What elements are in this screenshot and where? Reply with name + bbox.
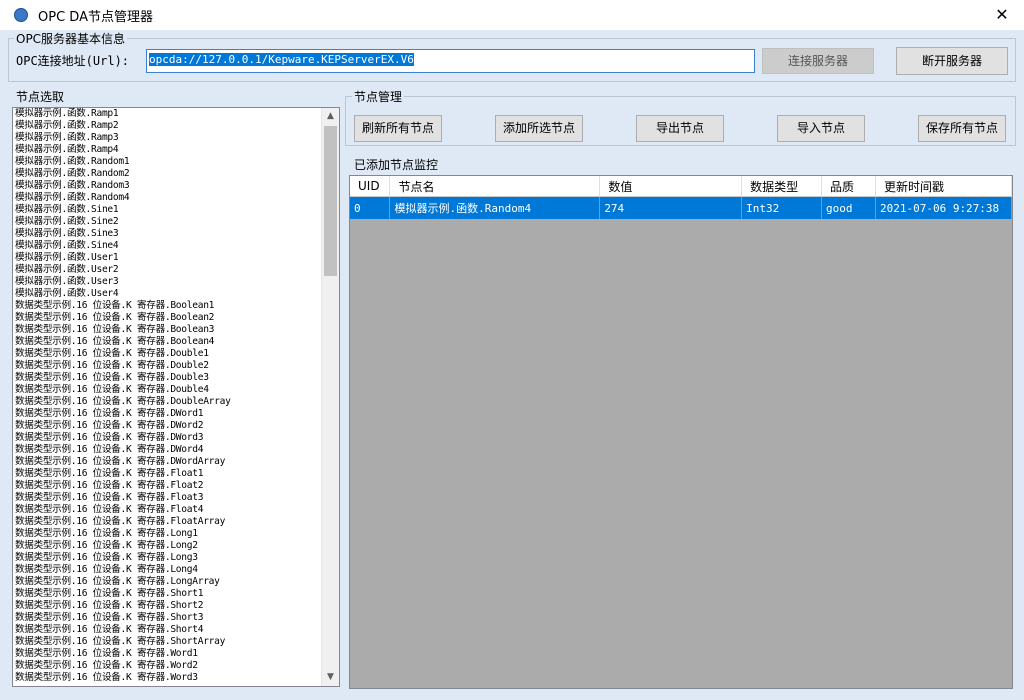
save-all-nodes-button[interactable]: 保存所有节点	[918, 115, 1006, 142]
server-info-group-label: OPC服务器基本信息	[14, 30, 128, 47]
list-item[interactable]: 数据类型示例.16 位设备.K 寄存器.Short1	[15, 588, 339, 600]
add-selected-nodes-button[interactable]: 添加所选节点	[495, 115, 583, 142]
window-title: OPC DA节点管理器	[38, 10, 153, 25]
list-item[interactable]: 数据类型示例.16 位设备.K 寄存器.Long4	[15, 564, 339, 576]
node-select-label: 节点选取	[14, 88, 67, 105]
list-item[interactable]: 模拟器示例.函数.Random4	[15, 192, 339, 204]
list-item[interactable]: 数据类型示例.16 位设备.K 寄存器.Boolean4	[15, 336, 339, 348]
col-header-value[interactable]: 数值	[599, 176, 743, 197]
list-item[interactable]: 模拟器示例.函数.Random2	[15, 168, 339, 180]
list-item[interactable]: 数据类型示例.16 位设备.K 寄存器.ShortArray	[15, 636, 339, 648]
list-item[interactable]: 数据类型示例.16 位设备.K 寄存器.Double1	[15, 348, 339, 360]
app-icon	[14, 8, 28, 22]
list-item[interactable]: 模拟器示例.函数.User4	[15, 288, 339, 300]
list-item[interactable]: 数据类型示例.16 位设备.K 寄存器.Double3	[15, 372, 339, 384]
list-item[interactable]: 数据类型示例.16 位设备.K 寄存器.Boolean3	[15, 324, 339, 336]
list-item[interactable]: 数据类型示例.16 位设备.K 寄存器.Float3	[15, 492, 339, 504]
cell-timestamp: 2021-07-06 9:27:38	[875, 196, 1012, 219]
cell-data-type: Int32	[741, 196, 823, 219]
import-nodes-button[interactable]: 导入节点	[777, 115, 865, 142]
list-item[interactable]: 数据类型示例.16 位设备.K 寄存器.Long2	[15, 540, 339, 552]
list-item[interactable]: 模拟器示例.函数.Random1	[15, 156, 339, 168]
cell-value: 274	[599, 196, 743, 219]
list-item[interactable]: 数据类型示例.16 位设备.K 寄存器.Word2	[15, 660, 339, 672]
list-item[interactable]: 数据类型示例.16 位设备.K 寄存器.Word3	[15, 672, 339, 684]
list-item[interactable]: 数据类型示例.16 位设备.K 寄存器.Double4	[15, 384, 339, 396]
cell-uid: 0	[350, 196, 391, 219]
list-item[interactable]: 模拟器示例.函数.Sine2	[15, 216, 339, 228]
node-list-scrollbar[interactable]: ▲ ▼	[321, 108, 339, 686]
list-item[interactable]: 模拟器示例.函数.User1	[15, 252, 339, 264]
node-items: 模拟器示例.函数.Ramp1 模拟器示例.函数.Ramp2 模拟器示例.函数.Ram…	[13, 108, 339, 684]
monitor-label: 已添加节点监控	[352, 156, 441, 173]
export-nodes-button[interactable]: 导出节点	[636, 115, 724, 142]
list-item[interactable]: 模拟器示例.函数.Sine3	[15, 228, 339, 240]
node-tree-list[interactable]: 模拟器示例.函数.Ramp1 模拟器示例.函数.Ramp2 模拟器示例.函数.Ram…	[12, 107, 340, 687]
list-item[interactable]: 模拟器示例.函数.Ramp1	[15, 108, 339, 120]
scroll-up-icon[interactable]: ▲	[322, 108, 339, 125]
list-item[interactable]: 数据类型示例.16 位设备.K 寄存器.DoubleArray	[15, 396, 339, 408]
col-header-timestamp[interactable]: 更新时间戳	[875, 176, 1012, 197]
col-header-uid[interactable]: UID	[350, 176, 391, 197]
list-item[interactable]: 模拟器示例.函数.User3	[15, 276, 339, 288]
opc-da-node-manager-window: OPC DA节点管理器 ✕ OPC服务器基本信息 OPC连接地址(Url): o…	[0, 0, 1024, 700]
list-item[interactable]: 数据类型示例.16 位设备.K 寄存器.Boolean1	[15, 300, 339, 312]
node-manage-label: 节点管理	[352, 88, 405, 105]
list-item[interactable]: 数据类型示例.16 位设备.K 寄存器.Short2	[15, 600, 339, 612]
title-bar: OPC DA节点管理器 ✕	[0, 0, 1024, 30]
refresh-all-nodes-button[interactable]: 刷新所有节点	[354, 115, 442, 142]
list-item[interactable]: 数据类型示例.16 位设备.K 寄存器.Float2	[15, 480, 339, 492]
list-item[interactable]: 模拟器示例.函数.Ramp2	[15, 120, 339, 132]
disconnect-server-button[interactable]: 断开服务器	[896, 47, 1008, 75]
list-item[interactable]: 数据类型示例.16 位设备.K 寄存器.DWord3	[15, 432, 339, 444]
connect-server-button[interactable]: 连接服务器	[762, 48, 874, 74]
list-item[interactable]: 模拟器示例.函数.Ramp4	[15, 144, 339, 156]
list-item[interactable]: 数据类型示例.16 位设备.K 寄存器.Short3	[15, 612, 339, 624]
cell-quality: good	[821, 196, 876, 219]
grid-header-row: UID 节点名 数值 数据类型 品质 更新时间戳	[350, 176, 1012, 197]
list-item[interactable]: 数据类型示例.16 位设备.K 寄存器.Float4	[15, 504, 339, 516]
list-item[interactable]: 数据类型示例.16 位设备.K 寄存器.DWord1	[15, 408, 339, 420]
col-header-quality[interactable]: 品质	[821, 176, 876, 197]
scroll-down-icon[interactable]: ▼	[322, 669, 339, 686]
monitor-grid[interactable]: UID 节点名 数值 数据类型 品质 更新时间戳 0 模拟器示例.函数.Rand…	[349, 175, 1013, 689]
url-input-value: opcda://127.0.0.1/Kepware.KEPServerEX.V6	[149, 53, 414, 66]
list-item[interactable]: 模拟器示例.函数.Ramp3	[15, 132, 339, 144]
close-icon[interactable]: ✕	[980, 0, 1024, 30]
list-item[interactable]: 数据类型示例.16 位设备.K 寄存器.DWordArray	[15, 456, 339, 468]
col-header-node-name[interactable]: 节点名	[389, 176, 601, 197]
list-item[interactable]: 数据类型示例.16 位设备.K 寄存器.Short4	[15, 624, 339, 636]
list-item[interactable]: 数据类型示例.16 位设备.K 寄存器.Word1	[15, 648, 339, 660]
url-label: OPC连接地址(Url):	[16, 54, 130, 68]
list-item[interactable]: 数据类型示例.16 位设备.K 寄存器.Long1	[15, 528, 339, 540]
url-input[interactable]: opcda://127.0.0.1/Kepware.KEPServerEX.V6	[146, 49, 755, 73]
list-item[interactable]: 数据类型示例.16 位设备.K 寄存器.Double2	[15, 360, 339, 372]
list-item[interactable]: 数据类型示例.16 位设备.K 寄存器.LongArray	[15, 576, 339, 588]
col-header-data-type[interactable]: 数据类型	[741, 176, 823, 197]
table-row[interactable]: 0 模拟器示例.函数.Random4 274 Int32 good 2021-0…	[350, 196, 1012, 219]
list-item[interactable]: 模拟器示例.函数.Sine4	[15, 240, 339, 252]
list-item[interactable]: 模拟器示例.函数.Random3	[15, 180, 339, 192]
scroll-thumb[interactable]	[324, 126, 337, 276]
list-item[interactable]: 模拟器示例.函数.User2	[15, 264, 339, 276]
list-item[interactable]: 数据类型示例.16 位设备.K 寄存器.FloatArray	[15, 516, 339, 528]
cell-node-name: 模拟器示例.函数.Random4	[389, 196, 601, 219]
list-item[interactable]: 模拟器示例.函数.Sine1	[15, 204, 339, 216]
list-item[interactable]: 数据类型示例.16 位设备.K 寄存器.DWord2	[15, 420, 339, 432]
list-item[interactable]: 数据类型示例.16 位设备.K 寄存器.Long3	[15, 552, 339, 564]
list-item[interactable]: 数据类型示例.16 位设备.K 寄存器.Float1	[15, 468, 339, 480]
list-item[interactable]: 数据类型示例.16 位设备.K 寄存器.Boolean2	[15, 312, 339, 324]
list-item[interactable]: 数据类型示例.16 位设备.K 寄存器.DWord4	[15, 444, 339, 456]
